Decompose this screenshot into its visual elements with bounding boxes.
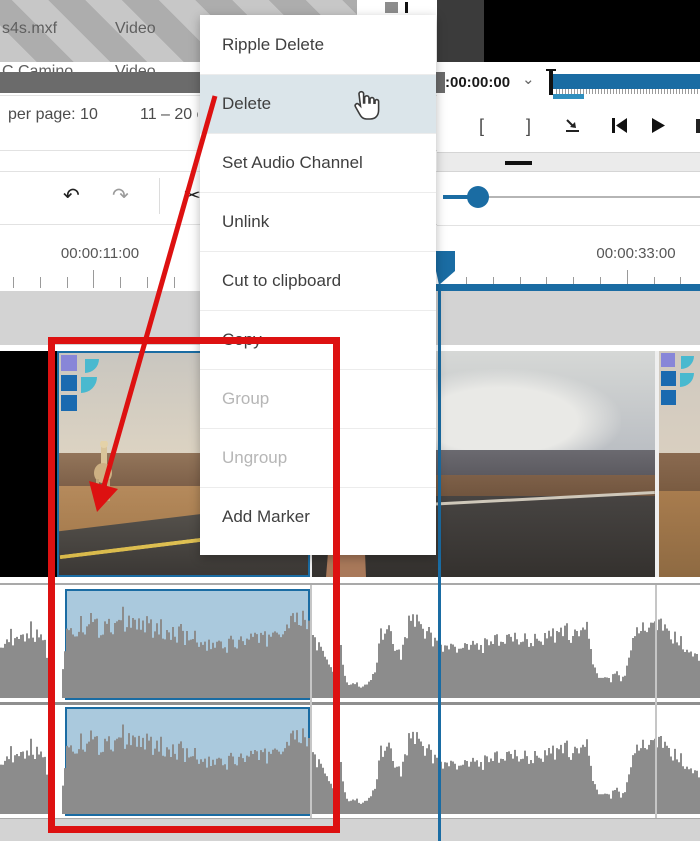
audio-waveform-2 [0, 705, 700, 816]
audio-waveform-1 [0, 587, 700, 700]
playhead-line[interactable] [438, 290, 441, 841]
menu-item-add-marker[interactable]: Add Marker [200, 487, 436, 546]
menu-item-ripple-delete[interactable]: Ripple Delete [200, 15, 436, 74]
menu-item-copy[interactable]: Copy [200, 310, 436, 369]
timeline-footer-band[interactable] [0, 818, 700, 841]
clip-boundary [655, 585, 657, 818]
menu-item-set-audio-channel[interactable]: Set Audio Channel [200, 133, 436, 192]
thumb-ground [659, 491, 700, 577]
clip-boundary [310, 585, 312, 818]
menu-item-unlink[interactable]: Unlink [200, 192, 436, 251]
context-menu: Ripple DeleteDeleteSet Audio ChannelUnli… [200, 15, 436, 555]
video-clip-3[interactable] [659, 351, 700, 577]
video-track-lead-black [0, 351, 57, 577]
playhead-flag[interactable] [436, 251, 455, 285]
menu-item-group: Group [200, 369, 436, 428]
channel-logo-mosaic [61, 355, 119, 413]
ruler-range-bar [436, 284, 700, 291]
menu-item-cut-to-clipboard[interactable]: Cut to clipboard [200, 251, 436, 310]
channel-logo-mosaic [661, 353, 700, 411]
menu-item-ungroup: Ungroup [200, 428, 436, 487]
clip-boundary [48, 585, 49, 818]
hand-cursor-icon [350, 90, 380, 124]
menu-item-delete[interactable]: Delete [200, 74, 436, 133]
video-editor-app: s4s.mxf Video C Camino Video per page: 1… [0, 0, 700, 841]
llama-figure-small [93, 441, 115, 503]
